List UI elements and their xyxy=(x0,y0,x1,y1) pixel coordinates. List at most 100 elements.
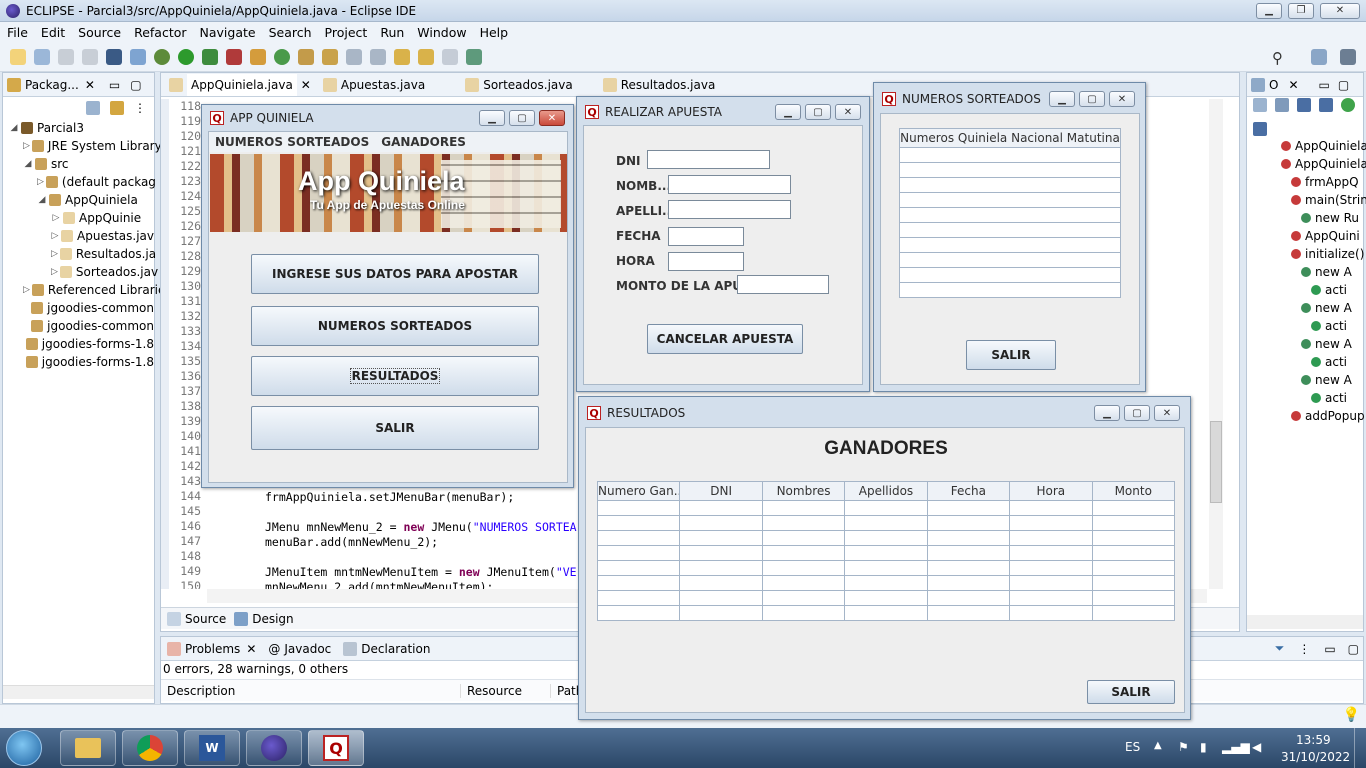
close-button[interactable]: ✕ xyxy=(539,110,565,126)
table-cell[interactable] xyxy=(899,252,1121,268)
table-cell[interactable] xyxy=(1091,605,1176,621)
table-cell[interactable] xyxy=(761,515,846,531)
taskbar-explorer[interactable] xyxy=(60,730,116,766)
code-line[interactable]: JMenuItem mntmNewMenuItem = new JMenuIte… xyxy=(265,565,577,579)
sort-icon[interactable] xyxy=(1275,98,1289,112)
tree-item[interactable]: ▷ Apuestas.jav xyxy=(9,227,154,245)
tree-twisty-icon[interactable]: ▷ xyxy=(51,231,59,241)
menu-search[interactable]: Search xyxy=(269,25,312,40)
tree-item[interactable]: jgoodies-forms-1.8 xyxy=(9,353,154,371)
horizontal-scrollbar[interactable] xyxy=(1247,615,1363,629)
outline-item[interactable]: new A xyxy=(1277,371,1363,389)
table-cell[interactable] xyxy=(596,590,681,606)
table-cell[interactable] xyxy=(1009,515,1093,531)
horizontal-scrollbar[interactable] xyxy=(3,685,154,699)
table-cell[interactable] xyxy=(926,500,1011,516)
tree-item[interactable]: ◢ Parcial3 xyxy=(9,119,154,137)
tree-item[interactable]: ◢ src xyxy=(9,155,154,173)
table-cell[interactable] xyxy=(596,515,681,531)
outline-tab[interactable]: O xyxy=(1269,78,1278,92)
table-cell[interactable] xyxy=(899,282,1121,298)
volume-icon[interactable]: ◀ xyxy=(1252,740,1261,754)
table-cell[interactable] xyxy=(761,605,846,621)
tree-twisty-icon[interactable]: ▷ xyxy=(51,213,61,223)
taskbar-quiniela[interactable]: Q xyxy=(308,730,364,766)
table-cell[interactable] xyxy=(1091,560,1176,576)
table-cell[interactable] xyxy=(926,605,1011,621)
editor-tab-apuestas[interactable]: Apuestas.java xyxy=(341,78,425,92)
table-cell[interactable] xyxy=(679,605,763,621)
new-class-icon[interactable] xyxy=(274,48,290,65)
close-button[interactable]: ✕ xyxy=(1320,2,1360,19)
power-icon[interactable]: ▮ xyxy=(1200,740,1207,754)
close-tab-icon[interactable]: ✕ xyxy=(301,78,311,92)
table-row[interactable] xyxy=(596,530,1176,546)
tree-item[interactable]: ◢ AppQuiniela xyxy=(9,191,154,209)
menu-ganadores[interactable]: GANADORES xyxy=(381,135,466,149)
column-header[interactable]: Fecha xyxy=(926,481,1011,501)
column-header[interactable]: Monto xyxy=(1091,481,1176,501)
table-cell[interactable] xyxy=(1091,500,1176,516)
debug-icon[interactable] xyxy=(154,48,170,65)
maximize-button[interactable]: ▢ xyxy=(805,104,831,120)
minimize-view-icon[interactable]: ▭ xyxy=(109,78,120,92)
tree-item[interactable]: jgoodies-common xyxy=(9,299,154,317)
perspective-open-icon[interactable] xyxy=(1311,49,1327,65)
pin-editor-icon[interactable] xyxy=(466,48,482,65)
design-tab[interactable]: Design xyxy=(252,612,293,626)
table-cell[interactable] xyxy=(1009,560,1093,576)
save-all-icon[interactable] xyxy=(82,48,98,65)
column-description[interactable]: Description xyxy=(161,683,461,698)
view-menu-icon[interactable]: ⋮ xyxy=(1298,642,1310,656)
salir-button[interactable]: SALIR xyxy=(251,406,539,450)
table-cell[interactable] xyxy=(899,222,1121,238)
column-header[interactable]: Numero Gan... xyxy=(596,481,681,501)
table-cell[interactable] xyxy=(1091,545,1176,561)
outline-item[interactable]: acti xyxy=(1277,353,1363,371)
table-cell[interactable] xyxy=(761,560,846,576)
next-annotation-icon[interactable] xyxy=(346,48,362,65)
code-line[interactable]: JMenu mnNewMenu_2 = new JMenu("NUMEROS S… xyxy=(265,520,577,534)
outline-item[interactable]: initialize() xyxy=(1277,245,1364,263)
menu-refactor[interactable]: Refactor xyxy=(134,25,186,40)
code-line[interactable]: mnNewMenu_2.add(mntmNewMenuItem); xyxy=(265,580,493,589)
code-line[interactable]: frmAppQuiniela.setJMenuBar(menuBar); xyxy=(265,490,514,504)
table-cell[interactable] xyxy=(926,545,1011,561)
minimize-button[interactable]: ▁ xyxy=(1094,405,1120,421)
maximize-button[interactable]: ▢ xyxy=(509,110,535,126)
menu-numeros-sorteados[interactable]: NUMEROS SORTEADOS xyxy=(215,135,369,149)
outline-item[interactable]: new A xyxy=(1277,299,1363,317)
fecha-field[interactable] xyxy=(668,227,744,246)
filter-icon[interactable]: ⏷ xyxy=(1275,641,1285,656)
column-header[interactable]: Nombres xyxy=(761,481,846,501)
start-button[interactable] xyxy=(6,730,42,766)
save-icon[interactable] xyxy=(58,48,74,65)
table-cell[interactable] xyxy=(761,500,846,516)
table-cell[interactable] xyxy=(679,545,763,561)
table-cell[interactable] xyxy=(926,590,1011,606)
table-cell[interactable] xyxy=(899,237,1121,253)
table-row[interactable] xyxy=(899,252,1121,268)
table-cell[interactable] xyxy=(1009,590,1093,606)
back-icon[interactable] xyxy=(418,48,434,65)
menu-file[interactable]: File xyxy=(7,25,28,40)
maximize-button[interactable]: ▢ xyxy=(1124,405,1150,421)
show-desktop-button[interactable] xyxy=(1354,728,1366,768)
minimize-button[interactable]: ▁ xyxy=(1049,91,1075,107)
close-view-icon[interactable]: ✕ xyxy=(85,78,95,92)
table-row[interactable] xyxy=(596,605,1176,621)
table-cell[interactable] xyxy=(844,560,928,576)
hide-static-icon[interactable] xyxy=(1319,98,1333,112)
close-button[interactable]: ✕ xyxy=(1154,405,1180,421)
outline-item[interactable]: main(Strin xyxy=(1277,191,1366,209)
column-header[interactable]: Hora xyxy=(1009,481,1093,501)
javadoc-tab[interactable]: Javadoc xyxy=(284,642,331,656)
monto-field[interactable] xyxy=(737,275,829,294)
maximize-view-icon[interactable]: ▢ xyxy=(130,78,141,92)
network-icon[interactable]: ⚑ xyxy=(1178,740,1189,754)
close-button[interactable]: ✕ xyxy=(835,104,861,120)
outline-item[interactable]: acti xyxy=(1277,389,1363,407)
clock-time[interactable]: 13:59 xyxy=(1296,733,1331,747)
salir-button[interactable]: SALIR xyxy=(1087,680,1175,704)
collapse-all-icon[interactable] xyxy=(1253,98,1267,112)
